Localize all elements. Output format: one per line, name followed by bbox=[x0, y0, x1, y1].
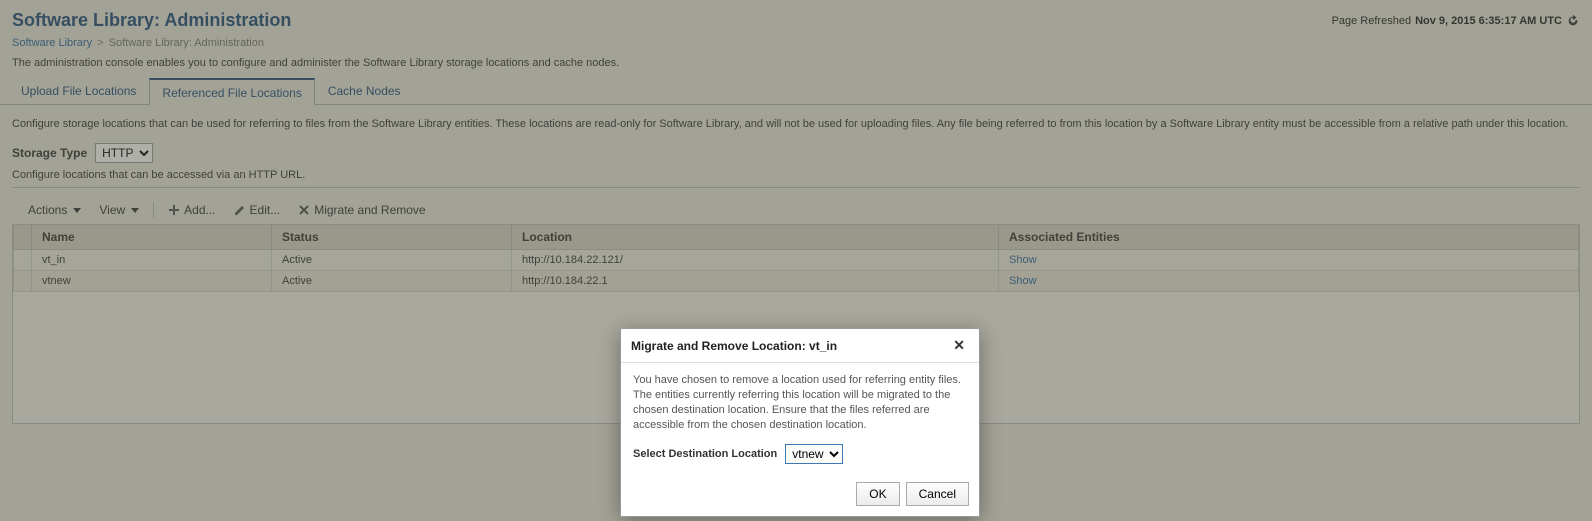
breadcrumb-separator: > bbox=[95, 37, 105, 49]
table-header-row: Name Status Location Associated Entities bbox=[14, 225, 1579, 250]
cell-associated-show-link[interactable]: Show bbox=[999, 271, 1579, 292]
table-row[interactable]: vt_in Active http://10.184.22.121/ Show bbox=[14, 250, 1579, 271]
cell-status: Active bbox=[272, 250, 512, 271]
refresh-label: Page Refreshed bbox=[1332, 15, 1412, 27]
migrate-remove-button[interactable]: Migrate and Remove bbox=[290, 200, 433, 220]
page-title: Software Library: Administration bbox=[12, 10, 291, 31]
migrate-remove-dialog: Migrate and Remove Location: vt_in ✕ You… bbox=[620, 328, 980, 517]
dialog-body: You have chosen to remove a location use… bbox=[621, 363, 979, 474]
page-root: Software Library: Administration Page Re… bbox=[0, 0, 1592, 521]
cancel-button[interactable]: Cancel bbox=[906, 482, 969, 506]
tab-upload-file-locations[interactable]: Upload File Locations bbox=[8, 77, 149, 104]
tab-description: Configure storage locations that can be … bbox=[12, 117, 1580, 131]
table-header-handle bbox=[14, 225, 32, 250]
close-icon[interactable]: ✕ bbox=[949, 337, 969, 354]
toolbar-separator bbox=[153, 202, 154, 218]
edit-button[interactable]: Edit... bbox=[226, 200, 289, 220]
tab-referenced-file-locations[interactable]: Referenced File Locations bbox=[149, 78, 314, 105]
refresh-time: Nov 9, 2015 6:35:17 AM UTC bbox=[1415, 15, 1562, 27]
table-row[interactable]: vtnew Active http://10.184.22.1 Show bbox=[14, 271, 1579, 292]
row-handle[interactable] bbox=[14, 250, 32, 271]
breadcrumb-current: Software Library: Administration bbox=[109, 37, 264, 49]
x-icon bbox=[298, 204, 310, 216]
destination-select[interactable]: vtnew bbox=[785, 444, 843, 464]
storage-type-row: Storage Type HTTP bbox=[12, 143, 1580, 163]
storage-type-select[interactable]: HTTP bbox=[95, 143, 153, 163]
view-menu[interactable]: View bbox=[91, 200, 147, 220]
migrate-label: Migrate and Remove bbox=[314, 203, 425, 217]
page-description: The administration console enables you t… bbox=[0, 57, 1592, 77]
ok-button[interactable]: OK bbox=[856, 482, 899, 506]
destination-label: Select Destination Location bbox=[633, 447, 777, 462]
edit-label: Edit... bbox=[250, 203, 281, 217]
actions-menu[interactable]: Actions bbox=[20, 200, 89, 220]
row-handle[interactable] bbox=[14, 271, 32, 292]
cell-associated-show-link[interactable]: Show bbox=[999, 250, 1579, 271]
plus-icon bbox=[168, 204, 180, 216]
dialog-titlebar[interactable]: Migrate and Remove Location: vt_in ✕ bbox=[621, 329, 979, 363]
breadcrumb: Software Library > Software Library: Adm… bbox=[0, 35, 1592, 57]
tab-cache-nodes[interactable]: Cache Nodes bbox=[315, 77, 414, 104]
chevron-down-icon bbox=[73, 208, 81, 213]
table-header-location[interactable]: Location bbox=[512, 225, 999, 250]
breadcrumb-root-link[interactable]: Software Library bbox=[12, 37, 92, 49]
locations-table: Name Status Location Associated Entities… bbox=[13, 224, 1579, 292]
cell-location: http://10.184.22.121/ bbox=[512, 250, 999, 271]
destination-field: Select Destination Location vtnew bbox=[633, 444, 967, 464]
pencil-icon bbox=[234, 204, 246, 216]
cell-name: vt_in bbox=[32, 250, 272, 271]
add-label: Add... bbox=[184, 203, 215, 217]
actions-label: Actions bbox=[28, 203, 67, 217]
storage-type-label: Storage Type bbox=[12, 146, 87, 160]
tab-bar: Upload File Locations Referenced File Lo… bbox=[0, 77, 1592, 105]
dialog-title-text: Migrate and Remove Location: vt_in bbox=[631, 339, 837, 353]
page-refresh-status: Page Refreshed Nov 9, 2015 6:35:17 AM UT… bbox=[1332, 14, 1580, 28]
cell-name: vtnew bbox=[32, 271, 272, 292]
page-header: Software Library: Administration Page Re… bbox=[0, 0, 1592, 35]
view-label: View bbox=[99, 203, 125, 217]
refresh-icon[interactable] bbox=[1566, 14, 1580, 28]
table-header-name[interactable]: Name bbox=[32, 225, 272, 250]
dialog-message: You have chosen to remove a location use… bbox=[633, 373, 967, 432]
chevron-down-icon bbox=[131, 208, 139, 213]
cell-location: http://10.184.22.1 bbox=[512, 271, 999, 292]
table-toolbar: Actions View Add... Edit... bbox=[12, 196, 1580, 224]
cell-status: Active bbox=[272, 271, 512, 292]
add-button[interactable]: Add... bbox=[160, 200, 223, 220]
table-header-status[interactable]: Status bbox=[272, 225, 512, 250]
table-header-associated[interactable]: Associated Entities bbox=[999, 225, 1579, 250]
dialog-button-row: OK Cancel bbox=[621, 474, 979, 516]
storage-type-description: Configure locations that can be accessed… bbox=[12, 169, 1580, 188]
